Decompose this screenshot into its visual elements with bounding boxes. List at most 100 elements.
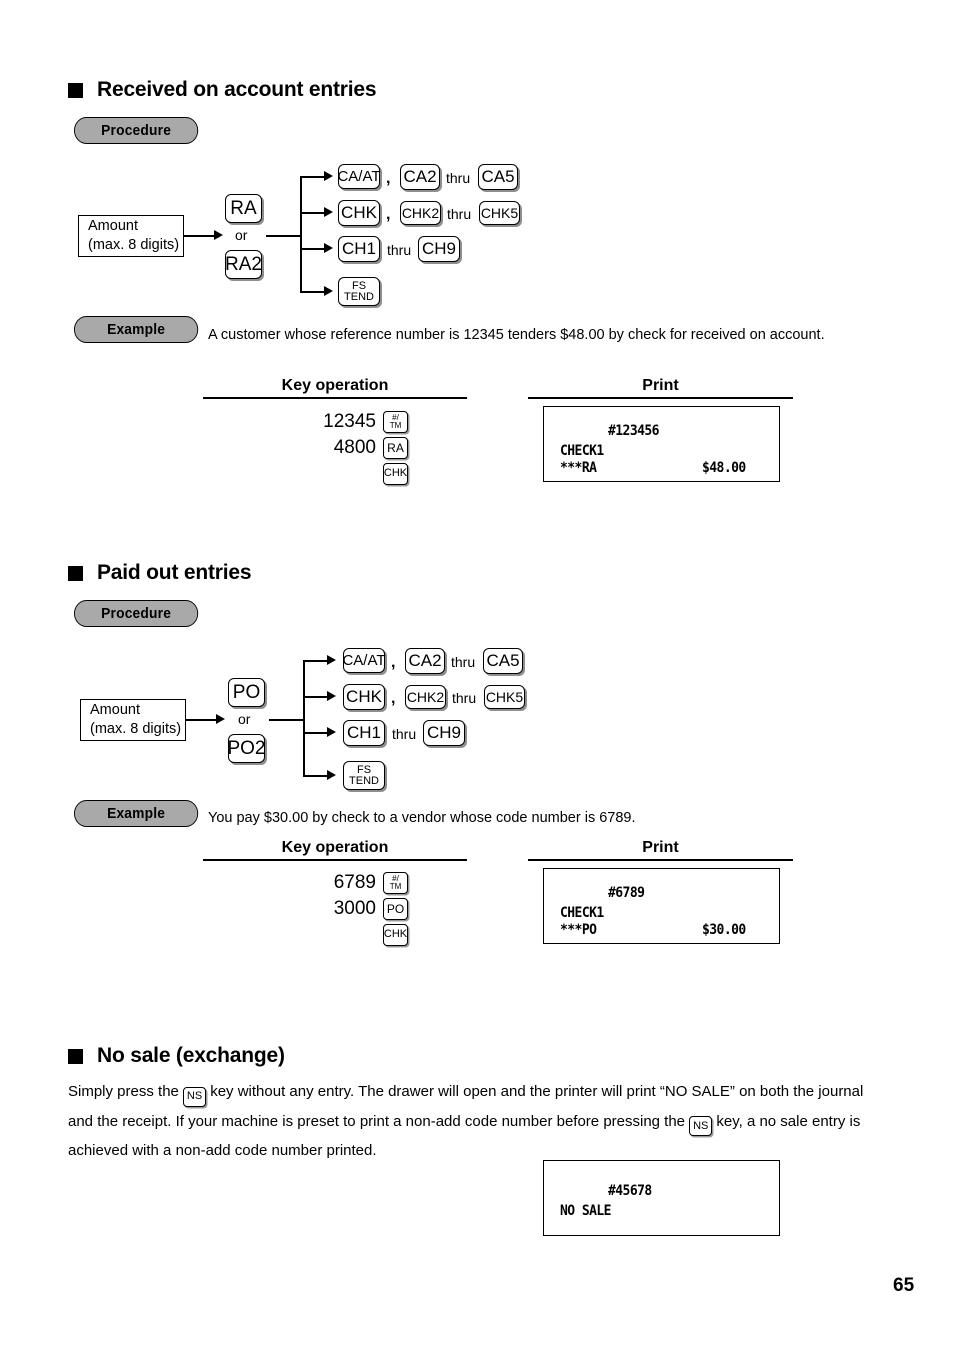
column-header-print-po: Print bbox=[642, 839, 679, 856]
no-sale-paragraph: Simply press the NS key without any entr… bbox=[68, 1077, 880, 1165]
example-badge-ra: Example bbox=[74, 316, 199, 343]
flow-thru-2-ra: thru bbox=[447, 206, 472, 222]
keycap-fs-line1: FS bbox=[351, 279, 367, 292]
flow-arrow-branch4-ra bbox=[324, 286, 333, 296]
flow-arrow-branch2-po bbox=[327, 691, 336, 701]
keycap-chk5-po: CHK5 bbox=[484, 685, 525, 709]
flow-connector-amount-to-po bbox=[186, 719, 216, 721]
keycap-fs-tend-ra: FS TEND bbox=[338, 277, 380, 306]
flow-arrow-branch3-ra bbox=[324, 243, 333, 253]
keycap-ra2: RA2 bbox=[225, 250, 262, 279]
square-bullet-icon bbox=[68, 82, 83, 98]
keycap-chk-ra: CHK bbox=[338, 200, 380, 226]
key-operation-row-1-po: 6789 #/ TM bbox=[280, 872, 408, 894]
key-operation-row-1-ra: 12345 #/ TM bbox=[280, 411, 408, 433]
key-operation-number: 3000 bbox=[333, 898, 376, 919]
keycap-ns-1: NS bbox=[183, 1086, 207, 1107]
keycap-ca2-ra: CA2 bbox=[400, 164, 440, 190]
key-operation-row-2-ra: 4800 RA bbox=[280, 437, 408, 459]
receipt-ra: #123456 CHECK1 ***RA $48.00 bbox=[543, 406, 780, 482]
flow-comma-1-po: , bbox=[391, 654, 396, 671]
receipt-code-no-sale: #45678 bbox=[608, 1183, 652, 1199]
keycap-chk2-po: CHK2 bbox=[405, 685, 446, 709]
page-number: 65 bbox=[893, 1275, 915, 1296]
keycap-ca2-po: CA2 bbox=[405, 648, 445, 674]
example-text-po: You pay $30.00 by check to a vendor whos… bbox=[208, 810, 636, 826]
keycap-ch1-po: CH1 bbox=[343, 720, 385, 746]
keycap-ca5-ra: CA5 bbox=[478, 164, 518, 190]
section-title-no-sale: No sale (exchange) bbox=[97, 1044, 285, 1067]
flow-thru-1-ra: thru bbox=[446, 170, 471, 186]
flow-arrow-branch1-ra bbox=[324, 171, 333, 181]
column-header-print-ra: Print bbox=[642, 377, 679, 394]
keycap-chk-op-po: CHK bbox=[383, 924, 408, 946]
keycap-fs-line2: TEND bbox=[349, 774, 379, 787]
flow-arrow-to-ra bbox=[214, 230, 223, 240]
keycap-ch1-ra: CH1 bbox=[338, 236, 380, 262]
no-sale-text-part1: Simply press the bbox=[68, 1083, 179, 1100]
amount-line2: (max. 8 digits) bbox=[90, 721, 182, 737]
example-badge-label: Example bbox=[107, 321, 166, 338]
flow-comma-2-ra: , bbox=[386, 206, 391, 223]
amount-line1: Amount bbox=[90, 702, 140, 718]
procedure-badge-ra: Procedure bbox=[74, 117, 199, 144]
receipt-code-po: #6789 bbox=[608, 885, 645, 901]
keycap-ca5-po: CA5 bbox=[483, 648, 523, 674]
column-rule-key-operation-po bbox=[203, 859, 467, 861]
keycap-chk-po: CHK bbox=[343, 684, 385, 710]
page-title: Received on account entries bbox=[97, 78, 377, 101]
procedure-badge-po: Procedure bbox=[74, 600, 199, 627]
section-heading-received-on-account: Received on account entries bbox=[68, 78, 377, 102]
section-title-paid-out: Paid out entries bbox=[97, 561, 252, 584]
section-heading-paid-out: Paid out entries bbox=[68, 561, 252, 585]
receipt-po: #6789 CHECK1 ***PO $30.00 bbox=[543, 868, 780, 944]
receipt-entry-po: ***PO bbox=[560, 922, 597, 938]
column-header-key-operation-ra: Key operation bbox=[281, 377, 389, 394]
keycap-fs-line2: TEND bbox=[344, 290, 374, 303]
keycap-ra: RA bbox=[225, 194, 262, 223]
receipt-label-no-sale: NO SALE bbox=[560, 1203, 612, 1219]
flow-trunk-h-po bbox=[269, 719, 305, 721]
receipt-label-ra: CHECK1 bbox=[560, 443, 604, 459]
keycap-po2: PO2 bbox=[227, 734, 266, 763]
keycap-fs-line1: FS bbox=[356, 763, 372, 776]
column-rule-key-operation-ra bbox=[203, 397, 467, 399]
column-rule-print-po bbox=[528, 859, 793, 861]
square-bullet-icon bbox=[68, 1048, 83, 1064]
amount-box-po: Amount (max. 8 digits) bbox=[80, 699, 186, 741]
flow-thru-1-po: thru bbox=[451, 654, 476, 670]
keycap-ca-at-po: CA/AT bbox=[342, 648, 386, 673]
keycap-po-op: PO bbox=[383, 898, 408, 920]
flow-or-label-po: or bbox=[238, 711, 251, 727]
key-operation-row-3-ra: CHK bbox=[280, 463, 408, 485]
flow-arrow-branch4-po bbox=[327, 770, 336, 780]
flow-connector-amount-to-ra bbox=[184, 235, 214, 237]
flow-arrow-branch1-po bbox=[327, 655, 336, 665]
flow-thru-2-po: thru bbox=[452, 690, 477, 706]
flow-or-label-ra: or bbox=[235, 227, 248, 243]
key-operation-row-2-po: 3000 PO bbox=[280, 898, 408, 920]
key-operation-number: 6789 bbox=[333, 872, 376, 893]
flow-trunk-v-ra bbox=[300, 176, 302, 293]
keycap-po: PO bbox=[228, 678, 265, 707]
key-operation-row-3-po: CHK bbox=[280, 924, 408, 946]
keycap-hash-tm-ra: #/ TM bbox=[383, 411, 408, 433]
flow-trunk-v-po bbox=[303, 660, 305, 777]
flow-trunk-h-ra bbox=[266, 235, 302, 237]
procedure-badge-label: Procedure bbox=[101, 605, 172, 622]
keycap-ca-at-ra: CA/AT bbox=[337, 164, 381, 189]
receipt-label-po: CHECK1 bbox=[560, 905, 604, 921]
receipt-amount-ra: $48.00 bbox=[702, 460, 746, 476]
flow-arrow-to-po bbox=[216, 714, 225, 724]
amount-line1: Amount bbox=[88, 218, 138, 234]
receipt-no-sale: #45678 NO SALE bbox=[543, 1160, 780, 1236]
example-text-ra: A customer whose reference number is 123… bbox=[208, 327, 825, 343]
flow-comma-2-po: , bbox=[391, 690, 396, 707]
key-operation-number: 4800 bbox=[333, 437, 376, 458]
example-badge-label: Example bbox=[107, 805, 166, 822]
flow-thru-3-po: thru bbox=[392, 726, 417, 742]
square-bullet-icon bbox=[68, 565, 83, 581]
keycap-fs-tend-po: FS TEND bbox=[343, 761, 385, 790]
receipt-entry-ra: ***RA bbox=[560, 460, 597, 476]
keycap-chk2-ra: CHK2 bbox=[400, 201, 441, 225]
